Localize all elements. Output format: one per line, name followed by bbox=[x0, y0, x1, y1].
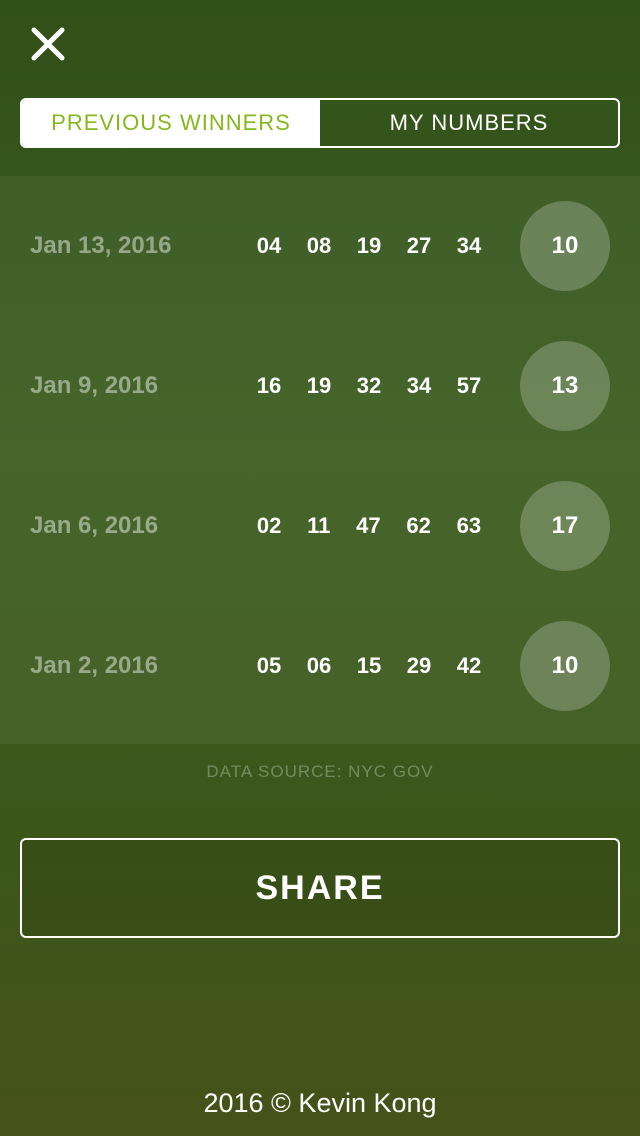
share-button[interactable]: SHARE bbox=[20, 838, 620, 938]
draw-row[interactable]: Jan 9, 2016 16 19 32 34 57 13 bbox=[0, 316, 640, 456]
number: 19 bbox=[356, 233, 382, 258]
winning-numbers: 04 08 19 27 34 bbox=[244, 176, 494, 316]
number: 06 bbox=[306, 653, 332, 678]
number: 62 bbox=[406, 513, 431, 538]
winning-numbers: 02 11 47 62 63 bbox=[244, 456, 494, 596]
mega-ball: 10 bbox=[520, 621, 610, 711]
number: 57 bbox=[456, 373, 482, 398]
number: 42 bbox=[456, 653, 482, 678]
number: 02 bbox=[256, 513, 282, 538]
draw-date: Jan 13, 2016 bbox=[30, 232, 172, 259]
number: 15 bbox=[356, 653, 382, 678]
winning-numbers: 05 06 15 29 42 bbox=[244, 596, 494, 736]
draw-date: Jan 6, 2016 bbox=[30, 512, 159, 539]
tab-my-numbers[interactable]: MY NUMBERS bbox=[320, 100, 618, 146]
number: 27 bbox=[406, 233, 432, 258]
draw-row[interactable]: Jan 2, 2016 05 06 15 29 42 10 bbox=[0, 596, 640, 736]
draw-row[interactable]: Jan 13, 2016 04 08 19 27 34 10 bbox=[0, 176, 640, 316]
winning-numbers: 16 19 32 34 57 bbox=[244, 316, 494, 456]
number: 08 bbox=[306, 233, 332, 258]
mega-ball: 13 bbox=[520, 341, 610, 431]
number: 05 bbox=[256, 653, 282, 678]
data-source-label: DATA SOURCE: NYC GOV bbox=[206, 762, 434, 781]
number: 04 bbox=[256, 233, 282, 258]
number: 34 bbox=[456, 233, 482, 258]
number: 29 bbox=[406, 653, 432, 678]
mega-ball: 10 bbox=[520, 201, 610, 291]
number: 11 bbox=[307, 513, 331, 538]
number: 32 bbox=[356, 373, 382, 398]
number: 63 bbox=[456, 513, 482, 538]
draw-date: Jan 2, 2016 bbox=[30, 652, 159, 679]
close-button[interactable] bbox=[26, 22, 70, 66]
close-icon bbox=[31, 27, 65, 61]
number: 19 bbox=[306, 373, 332, 398]
mega-ball: 17 bbox=[520, 481, 610, 571]
number: 34 bbox=[406, 373, 432, 398]
draw-date: Jan 9, 2016 bbox=[30, 372, 159, 399]
number: 16 bbox=[256, 373, 282, 398]
number: 47 bbox=[356, 513, 381, 538]
draw-list: Jan 13, 2016 04 08 19 27 34 10 Jan 9, 20… bbox=[0, 176, 640, 744]
tab-previous-winners[interactable]: PREVIOUS WINNERS bbox=[22, 100, 320, 146]
copyright-footer: 2016 © Kevin Kong bbox=[203, 1088, 437, 1118]
draw-row[interactable]: Jan 6, 2016 02 11 47 62 63 17 bbox=[0, 456, 640, 596]
tab-switcher: PREVIOUS WINNERS MY NUMBERS bbox=[20, 98, 620, 148]
